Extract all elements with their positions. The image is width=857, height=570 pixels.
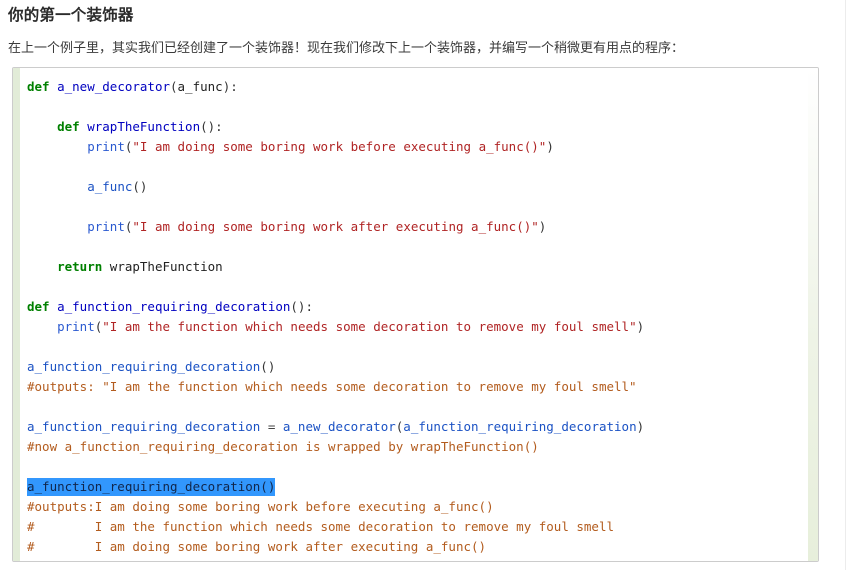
code-line: a_func() [27,177,818,197]
code-token: a_function_requiring_decoration [403,419,637,434]
code-line: print("I am doing some boring work befor… [27,137,818,157]
code-token: ) [538,219,547,234]
code-token: "I am doing some boring work before exec… [132,139,547,154]
code-token: wrapTheFunction [87,119,201,134]
code-token: # I am doing some boring work after exec… [27,539,487,554]
code-line: #now a_function_requiring_decoration is … [27,437,818,457]
code-line: a_function_requiring_decoration() [27,477,818,497]
page-title: 你的第一个装饰器 [8,7,134,24]
code-token: () [260,359,276,374]
code-token: #now a_function_requiring_decoration is … [27,439,539,454]
code-token: () [260,479,276,494]
code-block[interactable]: def a_new_decorator(a_func): def wrapThe… [12,67,819,562]
code-token: #outputs:I am doing some boring work bef… [27,499,494,514]
page-root: 你的第一个装饰器 在上一个例子里，其实我们已经创建了一个装饰器！现在我们修改下上… [0,0,857,570]
code-token: a_function_requiring_decoration [27,419,261,434]
code-line: def wrapTheFunction(): [27,117,818,137]
code-content[interactable]: def a_new_decorator(a_func): def wrapThe… [13,68,818,561]
code-token: ) [636,419,645,434]
code-token: #outputs: "I am the function which needs… [27,379,637,394]
code-line: def a_function_requiring_decoration(): [27,297,818,317]
selected-text[interactable]: a_function_requiring_decoration() [27,478,276,496]
intro-paragraph: 在上一个例子里，其实我们已经创建了一个装饰器！现在我们修改下上一个装饰器，并编写… [8,40,685,55]
code-token: ) [546,139,554,154]
code-token: return [27,259,110,274]
code-token: ) [636,319,645,334]
code-token: wrapTheFunction [109,259,223,274]
code-token: "I am the function which needs some deco… [102,319,637,334]
code-token: a_new_decorator [282,419,396,434]
article-content: 你的第一个装饰器 在上一个例子里，其实我们已经创建了一个装饰器！现在我们修改下上… [0,0,845,562]
code-line: print("I am doing some boring work after… [27,217,818,237]
code-token: a_new_decorator [57,79,170,94]
code-line: #outputs:I am doing some boring work bef… [27,497,818,517]
code-token: () [132,179,148,194]
code-token: (): [200,119,223,134]
code-line: # I am the function which needs some dec… [27,517,818,537]
code-token: (): [290,299,313,314]
code-line: print("I am the function which needs som… [27,317,818,337]
code-token: a_func [87,179,133,194]
code-token: a_function_requiring_decoration [27,359,261,374]
page-scrollbar-gutter[interactable] [845,0,857,570]
code-token: print [57,319,95,334]
code-line: a_function_requiring_decoration = a_new_… [27,417,818,437]
code-token: a_func [177,79,223,94]
code-token: def [27,119,88,134]
code-token: print [87,219,125,234]
code-token: a_function_requiring_decoration [57,299,291,314]
code-token: def [27,79,58,94]
code-line: a_function_requiring_decoration() [27,357,818,377]
code-line: # I am doing some boring work after exec… [27,537,818,557]
code-token: = [260,419,283,434]
code-token: # I am the function which needs some dec… [27,519,614,534]
code-token: print [87,139,125,154]
code-line: def a_new_decorator(a_func): [27,77,818,97]
code-token: ): [222,79,238,94]
code-token: ( [170,79,178,94]
code-token: def [27,299,58,314]
code-token: a_function_requiring_decoration [27,479,261,494]
code-line: #outputs: "I am the function which needs… [27,377,818,397]
code-line: return wrapTheFunction [27,257,818,277]
code-token: "I am doing some boring work after execu… [132,219,539,234]
